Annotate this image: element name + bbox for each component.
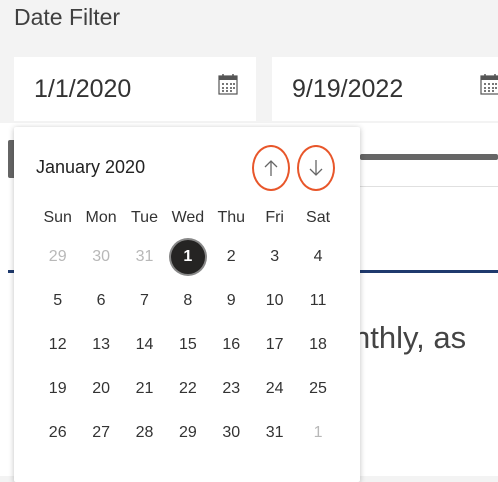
calendar-day[interactable]: 22 [166,380,209,398]
calendar-icon[interactable] [480,73,498,95]
calendar-day[interactable]: 28 [123,424,166,442]
calendar-day[interactable]: 31 [123,248,166,266]
calendar-day[interactable]: 4 [296,248,339,266]
calendar-day[interactable]: 3 [253,248,296,266]
weekday-label: Sat [306,209,331,226]
calendar-day[interactable]: 23 [210,380,253,398]
calendar-popup: January 2020 Sun Mon Tue Wed Thu Fri Sat 29 30 3… [14,127,360,482]
start-date-input[interactable]: 1/1/2020 [14,57,256,121]
calendar-icon[interactable] [218,73,238,95]
end-date-input[interactable]: 9/19/2022 [272,57,498,121]
next-month-button[interactable] [297,145,335,191]
previous-month-button[interactable] [252,145,290,191]
calendar-week: 26 27 28 29 30 31 1 [36,411,340,455]
calendar-day[interactable]: 9 [210,292,253,310]
start-date-value: 1/1/2020 [34,75,132,103]
calendar-week: 19 20 21 22 23 24 25 [36,367,340,411]
calendar-day[interactable]: 13 [79,336,122,354]
calendar-day[interactable]: 10 [253,292,296,310]
weekday-label: Tue [130,209,158,226]
calendar-day[interactable]: 15 [166,336,209,354]
calendar-day[interactable]: 20 [79,380,122,398]
date-range-slider-track[interactable] [360,154,498,160]
calendar-day[interactable]: 6 [79,292,122,310]
calendar-day[interactable]: 30 [210,424,253,442]
calendar-day[interactable]: 7 [123,292,166,310]
calendar-day[interactable]: 25 [296,380,339,398]
calendar-day[interactable]: 24 [253,380,296,398]
arrow-up-icon [264,160,278,176]
weekday-label: Thu [217,209,246,226]
calendar-day[interactable]: 30 [79,248,122,266]
calendar-day[interactable]: 26 [36,424,79,442]
calendar-day[interactable]: 14 [123,336,166,354]
weekday-label: Sun [43,209,72,226]
calendar-day[interactable]: 27 [79,424,122,442]
selected-day-marker: 1 [170,240,205,274]
calendar-day[interactable]: 1 [296,424,339,442]
calendar-day[interactable]: 21 [123,380,166,398]
calendar-day[interactable]: 11 [296,292,339,310]
background-text: nthly, as [353,320,467,355]
calendar-day[interactable]: 31 [253,424,296,442]
weekday-label: Fri [265,209,284,226]
calendar-day[interactable]: 19 [36,380,79,398]
calendar-grid: Sun Mon Tue Wed Thu Fri Sat 29 30 31 1 2 3 4 5 6 7 8 9 10 1… [36,201,340,455]
calendar-day-selected[interactable]: 1 [166,240,209,274]
calendar-day[interactable]: 16 [210,336,253,354]
calendar-day[interactable]: 2 [210,248,253,266]
weekday-label: Mon [85,209,117,226]
divider [360,186,498,187]
end-date-value: 9/19/2022 [292,75,404,103]
calendar-day[interactable]: 29 [36,248,79,266]
arrow-down-icon [309,160,323,176]
calendar-weeks: 29 30 31 1 2 3 4 5 6 7 8 9 10 11 12 13 14 15 16 17 18 19 20 21 2… [36,235,340,455]
calendar-week: 29 30 31 1 2 3 4 [36,235,340,279]
calendar-week: 5 6 7 8 9 10 11 [36,279,340,323]
calendar-day[interactable]: 12 [36,336,79,354]
weekday-header: Sun Mon Tue Wed Thu Fri Sat [36,201,340,235]
weekday-label: Wed [171,209,205,226]
calendar-month-label: January 2020 [36,157,146,177]
date-filter-title: Date Filter [14,4,121,30]
calendar-day[interactable]: 8 [166,292,209,310]
calendar-day[interactable]: 29 [166,424,209,442]
calendar-week: 12 13 14 15 16 17 18 [36,323,340,367]
calendar-day[interactable]: 18 [296,336,339,354]
calendar-day[interactable]: 17 [253,336,296,354]
calendar-day[interactable]: 5 [36,292,79,310]
